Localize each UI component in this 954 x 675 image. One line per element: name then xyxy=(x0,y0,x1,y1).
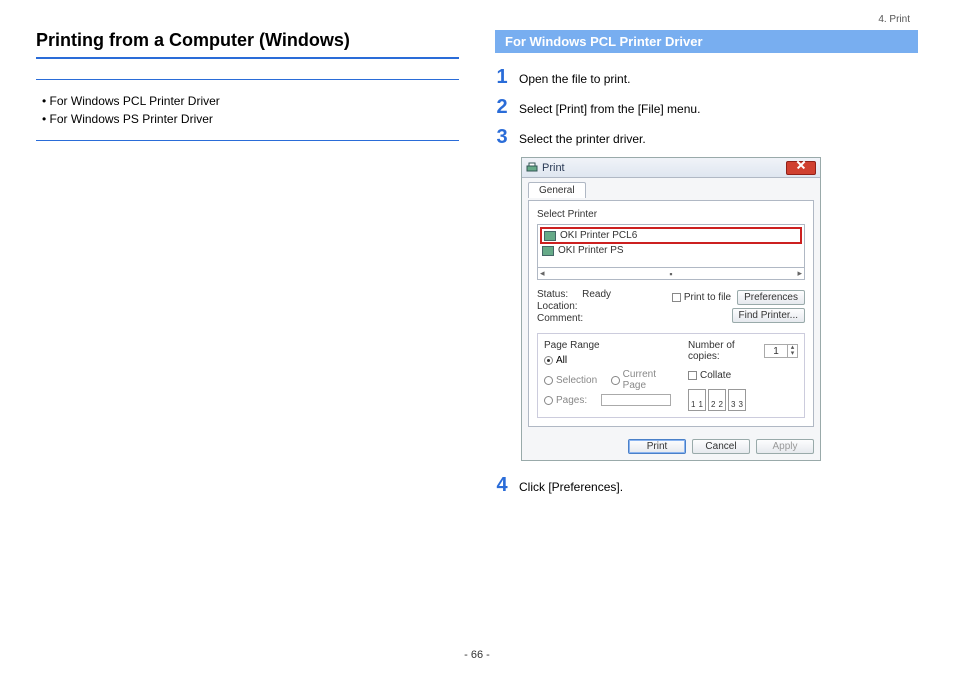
toc-item-label: For Windows PCL Printer Driver xyxy=(50,94,220,108)
toc-item[interactable]: • For Windows PS Printer Driver xyxy=(42,112,459,126)
left-column: Printing from a Computer (Windows) • For… xyxy=(36,30,459,505)
dialog-titlebar: Print xyxy=(522,158,820,178)
copies-label: Number of copies: xyxy=(688,340,760,362)
dialog-button-row: Print Cancel Apply xyxy=(522,433,820,460)
breadcrumb: 4. Print xyxy=(878,14,910,25)
range-all-label: All xyxy=(556,355,567,366)
printer-icon xyxy=(526,162,538,174)
page-range: Page Range All Selection Current Page Pa… xyxy=(544,340,678,411)
steps-list-cont: 4 Click [Preferences]. xyxy=(495,475,918,495)
toc-item[interactable]: • For Windows PCL Printer Driver xyxy=(42,94,459,108)
page-number: - 66 - xyxy=(0,649,954,661)
toc-item-label: For Windows PS Printer Driver xyxy=(50,112,213,126)
step-number: 3 xyxy=(495,127,509,147)
copies-spinner[interactable]: 1 ▴▾ xyxy=(764,344,798,358)
step: 2 Select [Print] from the [File] menu. xyxy=(495,97,918,117)
collate-page-icon: 11 xyxy=(688,389,706,411)
tab-body: Select Printer OKI Printer PCL6 OKI Prin… xyxy=(528,200,814,427)
range-selection-label: Selection xyxy=(556,375,597,386)
toc-rule-top xyxy=(36,79,459,80)
toc-rule-bottom xyxy=(36,140,459,141)
manual-page: 4. Print Printing from a Computer (Windo… xyxy=(0,0,954,675)
two-column-layout: Printing from a Computer (Windows) • For… xyxy=(36,30,918,505)
find-printer-button[interactable]: Find Printer... xyxy=(732,308,805,323)
print-dialog: Print General Select Printer OKI Printer… xyxy=(521,157,821,461)
print-button[interactable]: Print xyxy=(628,439,686,454)
step-number: 2 xyxy=(495,97,509,117)
collate-preview: 11 22 33 xyxy=(688,389,798,411)
select-printer-label: Select Printer xyxy=(537,209,805,220)
print-to-file-checkbox[interactable]: Print to file xyxy=(672,292,731,303)
printer-item[interactable]: OKI Printer PS xyxy=(540,244,802,257)
range-selection-radio[interactable]: Selection xyxy=(544,375,597,386)
step: 3 Select the printer driver. xyxy=(495,127,918,147)
step-text: Select the printer driver. xyxy=(519,129,646,146)
scroll-thumb[interactable]: ▪ xyxy=(669,269,672,279)
scroll-left-icon[interactable]: ◂ xyxy=(540,268,545,279)
page-title: Printing from a Computer (Windows) xyxy=(36,30,459,51)
step-number: 1 xyxy=(495,67,509,87)
status-value: Ready xyxy=(582,289,611,300)
close-button[interactable] xyxy=(786,161,816,175)
step: 4 Click [Preferences]. xyxy=(495,475,918,495)
collate-checkbox[interactable]: Collate xyxy=(688,370,731,381)
section-heading: For Windows PCL Printer Driver xyxy=(495,30,918,53)
preferences-button[interactable]: Preferences xyxy=(737,290,805,305)
tab-strip: General xyxy=(522,178,820,200)
cancel-button[interactable]: Cancel xyxy=(692,439,750,454)
page-range-label: Page Range xyxy=(544,340,678,351)
collate-label: Collate xyxy=(700,370,731,381)
copies-area: Number of copies: 1 ▴▾ Collate xyxy=(688,340,798,411)
dialog-screenshot: Print General Select Printer OKI Printer… xyxy=(521,157,918,461)
apply-button[interactable]: Apply xyxy=(756,439,814,454)
collate-page-icon: 33 xyxy=(728,389,746,411)
range-all-radio[interactable]: All xyxy=(544,355,567,366)
dialog-title: Print xyxy=(542,162,786,174)
scroll-right-icon[interactable]: ▸ xyxy=(797,268,802,279)
range-pages-radio[interactable]: Pages: xyxy=(544,395,587,406)
horizontal-scrollbar[interactable]: ◂ ▪ ▸ xyxy=(537,268,805,280)
range-current-label: Current Page xyxy=(623,369,678,391)
printer-name: OKI Printer PCL6 xyxy=(560,230,637,241)
pages-input[interactable] xyxy=(601,394,671,406)
range-current-radio[interactable]: Current Page xyxy=(611,369,678,391)
print-to-file-label: Print to file xyxy=(684,292,731,303)
location-label: Location: xyxy=(537,301,578,312)
printer-name: OKI Printer PS xyxy=(558,245,624,256)
printer-icon xyxy=(544,231,556,241)
printer-item-selected[interactable]: OKI Printer PCL6 xyxy=(540,227,802,244)
printer-icon xyxy=(542,246,554,256)
step-text: Click [Preferences]. xyxy=(519,477,623,494)
copies-value: 1 xyxy=(765,346,787,357)
tab-general[interactable]: General xyxy=(528,182,586,198)
step-number: 4 xyxy=(495,475,509,495)
step: 1 Open the file to print. xyxy=(495,67,918,87)
printer-list[interactable]: OKI Printer PCL6 OKI Printer PS xyxy=(537,224,805,268)
step-text: Open the file to print. xyxy=(519,69,630,86)
steps-list: 1 Open the file to print. 2 Select [Prin… xyxy=(495,67,918,147)
spin-down-icon[interactable]: ▾ xyxy=(787,351,797,357)
status-label: Status: xyxy=(537,289,568,300)
range-pages-label: Pages: xyxy=(556,395,587,406)
collate-page-icon: 22 xyxy=(708,389,726,411)
right-column: For Windows PCL Printer Driver 1 Open th… xyxy=(495,30,918,505)
step-text: Select [Print] from the [File] menu. xyxy=(519,99,700,116)
toc-list: • For Windows PCL Printer Driver • For W… xyxy=(36,88,459,132)
page-range-group: Page Range All Selection Current Page Pa… xyxy=(537,333,805,418)
comment-label: Comment: xyxy=(537,313,583,324)
title-rule xyxy=(36,57,459,59)
status-area: Status: Ready Location: Comment: Print to… xyxy=(537,288,805,325)
